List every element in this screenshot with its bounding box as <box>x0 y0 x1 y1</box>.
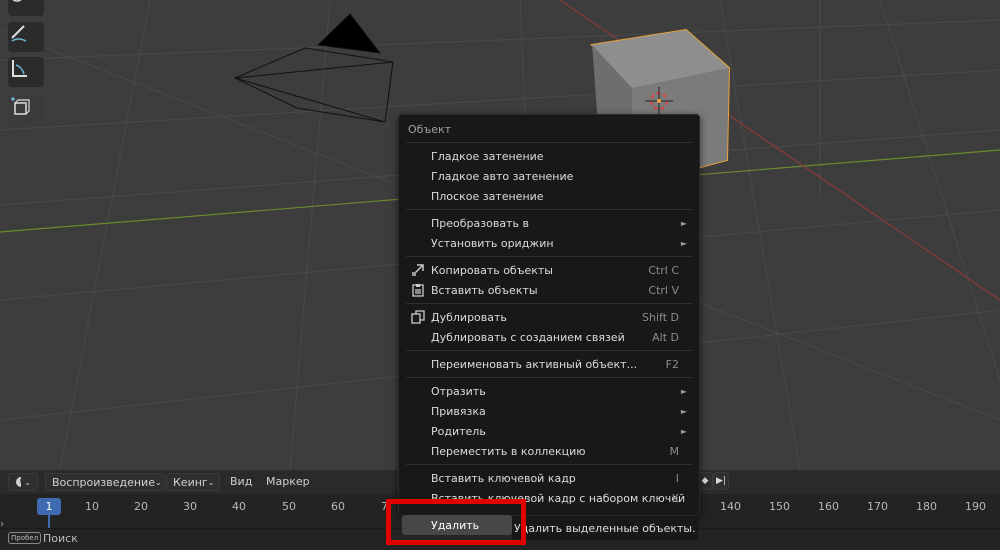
frame-tick: 50 <box>282 500 296 513</box>
menu-item-insert-keyframe[interactable]: Вставить ключевой кадр I <box>405 468 693 488</box>
frame-tick: 170 <box>867 500 888 513</box>
clock-icon <box>16 477 22 487</box>
menu-separator <box>406 256 692 257</box>
chevron-right-icon: › <box>0 519 4 530</box>
keyframe-diamond-icon: ◆ <box>701 476 709 486</box>
menu-item-label: Преобразовать в <box>431 216 529 230</box>
chevron-down-icon: ⌄ <box>154 477 162 487</box>
playback-dropdown[interactable]: Воспроизведение ⌄ <box>45 473 165 491</box>
menu-item-label: Гладкое авто затенение <box>431 169 574 183</box>
annotate-tool-button[interactable] <box>8 22 44 52</box>
view-menu[interactable]: Вид <box>230 475 252 488</box>
menu-item-rename-active[interactable]: Переименовать активный объект... F2 <box>405 354 693 374</box>
frame-tick: 30 <box>183 500 197 513</box>
paste-icon <box>412 284 424 297</box>
menu-item-label: Переименовать активный объект... <box>431 357 638 371</box>
shortcut-label: Shift D <box>642 310 679 324</box>
menu-item-snap[interactable]: Привязка ► <box>405 401 693 421</box>
add-cube-icon <box>11 97 30 115</box>
submenu-arrow-icon: ► <box>680 406 687 416</box>
menu-item-mirror[interactable]: Отразить ► <box>405 381 693 401</box>
frame-tick: 140 <box>720 500 741 513</box>
editor-type-dropdown[interactable]: ⌄ <box>8 473 38 491</box>
measure-tool-button[interactable] <box>8 57 44 87</box>
menu-item-smooth-shading[interactable]: Гладкое затенение <box>405 146 693 166</box>
frame-tick: 10 <box>85 500 99 513</box>
frame-tick: 150 <box>769 500 790 513</box>
shortcut-label: Alt D <box>652 330 679 344</box>
frame-tick: 190 <box>965 500 986 513</box>
menu-item-label: Установить ориджин <box>431 236 554 250</box>
transform-icon <box>12 0 22 2</box>
menu-separator <box>406 377 692 378</box>
frame-tick: 60 <box>331 500 345 513</box>
space-key-badge: Пробел <box>8 532 42 544</box>
submenu-arrow-icon: ► <box>680 426 687 436</box>
menu-separator <box>406 350 692 351</box>
shortcut-label: K <box>671 491 679 505</box>
menu-item-label: Привязка <box>431 404 486 418</box>
submenu-arrow-icon: ► <box>680 218 687 228</box>
menu-item-copy-objects[interactable]: Копировать объекты Ctrl C <box>405 260 693 280</box>
jump-end-icon: ▶| <box>716 476 726 486</box>
submenu-arrow-icon: ► <box>680 238 687 248</box>
menu-title: Объект <box>408 123 452 136</box>
menu-item-label: Дублировать <box>431 310 507 324</box>
menu-separator <box>406 142 692 143</box>
shortcut-label: Ctrl C <box>648 263 679 277</box>
tooltip-text: Удалить выделенные объекты. <box>514 521 696 535</box>
shortcut-label: F2 <box>665 357 679 371</box>
object-context-menu: Объект Гладкое затенение Гладкое авто за… <box>398 114 700 516</box>
menu-item-label: Отразить <box>431 384 486 398</box>
menu-item-label: Плоское затенение <box>431 189 544 203</box>
menu-item-label: Вставить объекты <box>431 283 538 297</box>
highlight-box <box>386 499 526 545</box>
chevron-down-icon: ⌄ <box>24 477 31 487</box>
menu-item-duplicate[interactable]: Дублировать Shift D <box>405 307 693 327</box>
menu-item-paste-objects[interactable]: Вставить объекты Ctrl V <box>405 280 693 300</box>
menu-item-move-to-collection[interactable]: Переместить в коллекцию M <box>405 441 693 461</box>
menu-item-flat-shading[interactable]: Плоское затенение <box>405 186 693 206</box>
keying-label: Кеинг <box>173 475 208 489</box>
measure-icon <box>12 60 27 77</box>
transform-tool-button[interactable] <box>8 0 44 16</box>
status-action: Поиск <box>43 532 78 545</box>
annotate-pencil-icon <box>11 25 27 42</box>
menu-item-label: Копировать объекты <box>431 263 553 277</box>
copy-icon <box>412 264 424 276</box>
frame-tick: 180 <box>916 500 937 513</box>
menu-item-label: Дублировать с созданием связей <box>431 330 625 344</box>
menu-separator <box>406 209 692 210</box>
menu-separator <box>406 464 692 465</box>
menu-item-label: Гладкое затенение <box>431 149 544 163</box>
frame-tick: 20 <box>134 500 148 513</box>
menu-item-smooth-auto-shading[interactable]: Гладкое авто затенение <box>405 166 693 186</box>
submenu-arrow-icon: ► <box>680 386 687 396</box>
duplicate-icon <box>411 310 425 324</box>
add-cube-tool-button[interactable] <box>8 96 44 126</box>
menu-item-label: Родитель <box>431 424 486 438</box>
keying-dropdown[interactable]: Кеинг ⌄ <box>166 473 220 491</box>
current-frame-indicator[interactable]: 1 <box>37 498 61 515</box>
playback-label: Воспроизведение <box>52 475 155 489</box>
menu-item-set-origin[interactable]: Установить ориджин ► <box>405 233 693 253</box>
marker-menu[interactable]: Маркер <box>266 475 310 488</box>
shortcut-label: M <box>669 444 680 458</box>
jump-end-button[interactable]: ▶| <box>713 472 729 490</box>
shortcut-label: I <box>675 471 679 485</box>
chevron-down-icon: ⌄ <box>207 477 215 487</box>
frame-tick: 40 <box>232 500 246 513</box>
menu-item-label: Вставить ключевой кадр <box>431 471 576 485</box>
menu-item-convert-to[interactable]: Преобразовать в ► <box>405 213 693 233</box>
frame-tick: 160 <box>818 500 839 513</box>
delete-tooltip: Удалить выделенные объекты. <box>512 516 698 540</box>
menu-item-duplicate-linked[interactable]: Дублировать с созданием связей Alt D <box>405 327 693 347</box>
playhead[interactable] <box>48 515 50 528</box>
menu-separator <box>406 303 692 304</box>
shortcut-label: Ctrl V <box>648 283 679 297</box>
menu-item-label: Переместить в коллекцию <box>431 444 586 458</box>
menu-item-parent[interactable]: Родитель ► <box>405 421 693 441</box>
